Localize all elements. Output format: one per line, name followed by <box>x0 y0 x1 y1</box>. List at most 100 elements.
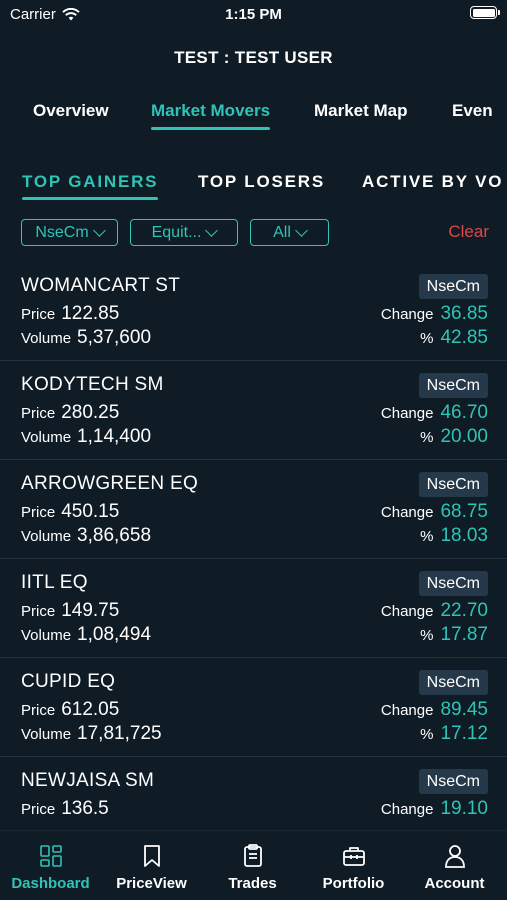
price-value: 612.05 <box>61 699 120 720</box>
chevron-down-icon <box>205 223 219 237</box>
price-value: 280.25 <box>61 402 120 423</box>
volume-label: Volume <box>21 627 72 644</box>
volume-value: 5,37,600 <box>77 327 152 348</box>
stock-symbol: WOMANCART ST <box>21 275 181 296</box>
percent-value: 18.03 <box>440 525 488 546</box>
price-value: 149.75 <box>61 600 120 621</box>
clear-filters-button[interactable]: Clear <box>448 222 489 242</box>
change-value: 68.75 <box>440 501 488 522</box>
stock-symbol: KODYTECH SM <box>21 374 164 395</box>
exchange-badge: NseCm <box>418 769 488 794</box>
volume-value: 17,81,725 <box>77 723 162 744</box>
stock-symbol: NEWJAISA SM <box>21 770 155 791</box>
tab-market-map[interactable]: Market Map <box>314 101 408 121</box>
percent-value: 42.85 <box>440 327 488 348</box>
exchange-badge: NseCm <box>418 274 488 299</box>
tab-top-gainers[interactable]: TOP GAINERS <box>22 172 159 200</box>
sub-tab-bar: TOP GAINERS TOP LOSERS ACTIVE BY VO <box>0 168 507 202</box>
percent-value: 17.87 <box>440 624 488 645</box>
filter-bar: NseCm Equit... All Clear <box>0 219 507 247</box>
nav-account[interactable]: Account <box>404 831 505 900</box>
exchange-dropdown-value: NseCm <box>35 223 89 241</box>
volume-label: Volume <box>21 726 72 743</box>
stock-symbol: ARROWGREEN EQ <box>21 473 199 494</box>
nav-trades[interactable]: Trades <box>202 831 303 900</box>
price-value: 122.85 <box>61 303 120 324</box>
percent-label: % <box>420 528 434 545</box>
change-label: Change <box>380 405 434 422</box>
percent-label: % <box>420 330 434 347</box>
volume-label: Volume <box>21 429 72 446</box>
list-item[interactable]: KODYTECH SM Price 280.25 Volume 1,14,400 N… <box>0 361 507 460</box>
exchange-dropdown[interactable]: NseCm <box>21 219 118 246</box>
list-item[interactable]: IITL EQ Price 149.75 Volume 1,08,494 NseCm… <box>0 559 507 658</box>
clipboard-icon <box>244 844 262 867</box>
briefcase-icon <box>343 847 365 866</box>
scope-dropdown[interactable]: All <box>250 219 329 246</box>
scope-dropdown-value: All <box>273 223 291 241</box>
nav-dashboard-label: Dashboard <box>11 875 90 892</box>
volume-value: 1,14,400 <box>77 426 152 447</box>
stock-symbol: IITL EQ <box>21 572 88 593</box>
change-label: Change <box>380 702 434 719</box>
percent-value: 20.00 <box>440 426 488 447</box>
percent-value: 17.12 <box>440 723 488 744</box>
price-label: Price <box>21 801 56 818</box>
chevron-down-icon <box>92 223 106 237</box>
change-value: 36.85 <box>440 303 488 324</box>
nav-priceview-label: PriceView <box>116 875 187 892</box>
tab-market-movers[interactable]: Market Movers <box>151 101 271 130</box>
tab-events[interactable]: Even <box>452 101 493 121</box>
segment-dropdown[interactable]: Equit... <box>130 219 238 246</box>
list-item[interactable]: ARROWGREEN EQ Price 450.15 Volume 3,86,658… <box>0 460 507 559</box>
change-label: Change <box>380 504 434 521</box>
price-label: Price <box>21 504 56 521</box>
exchange-badge: NseCm <box>418 472 488 497</box>
percent-label: % <box>420 726 434 743</box>
status-bar: Carrier 1:15 PM <box>0 0 507 30</box>
list-item[interactable]: WOMANCART ST Price 122.85 Volume 5,37,600 … <box>0 262 507 361</box>
page-title: TEST : TEST USER <box>174 48 333 67</box>
exchange-badge: NseCm <box>418 670 488 695</box>
tab-active-by-volume[interactable]: ACTIVE BY VO <box>362 172 503 192</box>
nav-portfolio[interactable]: Portfolio <box>303 831 404 900</box>
segment-dropdown-value: Equit... <box>151 223 202 241</box>
nav-dashboard[interactable]: Dashboard <box>0 831 101 900</box>
nav-portfolio-label: Portfolio <box>322 875 385 892</box>
tab-overview[interactable]: Overview <box>33 101 109 121</box>
exchange-badge: NseCm <box>418 571 488 596</box>
price-label: Price <box>21 405 56 422</box>
change-value: 22.70 <box>440 600 488 621</box>
dashboard-icon <box>40 845 62 867</box>
battery-icon <box>470 6 500 19</box>
list-item[interactable]: CUPID EQ Price 612.05 Volume 17,81,725 Nse… <box>0 658 507 757</box>
change-value: 46.70 <box>440 402 488 423</box>
list-item[interactable]: NEWJAISA SM Price 136.5 NseCm Change 19.10 <box>0 757 507 828</box>
change-value: 89.45 <box>440 699 488 720</box>
user-icon <box>445 845 465 868</box>
stock-symbol: CUPID EQ <box>21 671 116 692</box>
volume-label: Volume <box>21 528 72 545</box>
change-label: Change <box>380 801 434 818</box>
change-label: Change <box>380 603 434 620</box>
price-label: Price <box>21 306 56 323</box>
exchange-badge: NseCm <box>418 373 488 398</box>
main-tab-bar: Overview Market Movers Market Map Even <box>0 98 507 134</box>
nav-trades-label: Trades <box>228 875 277 892</box>
change-value: 19.10 <box>440 798 488 819</box>
clock: 1:15 PM <box>225 6 282 23</box>
chevron-down-icon <box>295 223 308 237</box>
price-value: 450.15 <box>61 501 120 522</box>
percent-label: % <box>420 627 434 644</box>
nav-priceview[interactable]: PriceView <box>101 831 202 900</box>
percent-label: % <box>420 429 434 446</box>
tab-top-losers[interactable]: TOP LOSERS <box>198 172 325 192</box>
volume-value: 3,86,658 <box>77 525 152 546</box>
change-label: Change <box>380 306 434 323</box>
gainers-list: WOMANCART ST Price 122.85 Volume 5,37,600 … <box>0 262 507 828</box>
nav-account-label: Account <box>424 875 485 892</box>
bookmark-icon <box>144 845 160 867</box>
price-label: Price <box>21 702 56 719</box>
price-value: 136.5 <box>61 798 109 819</box>
bottom-nav: Dashboard PriceView Trades Portfolio Acc… <box>0 830 507 900</box>
